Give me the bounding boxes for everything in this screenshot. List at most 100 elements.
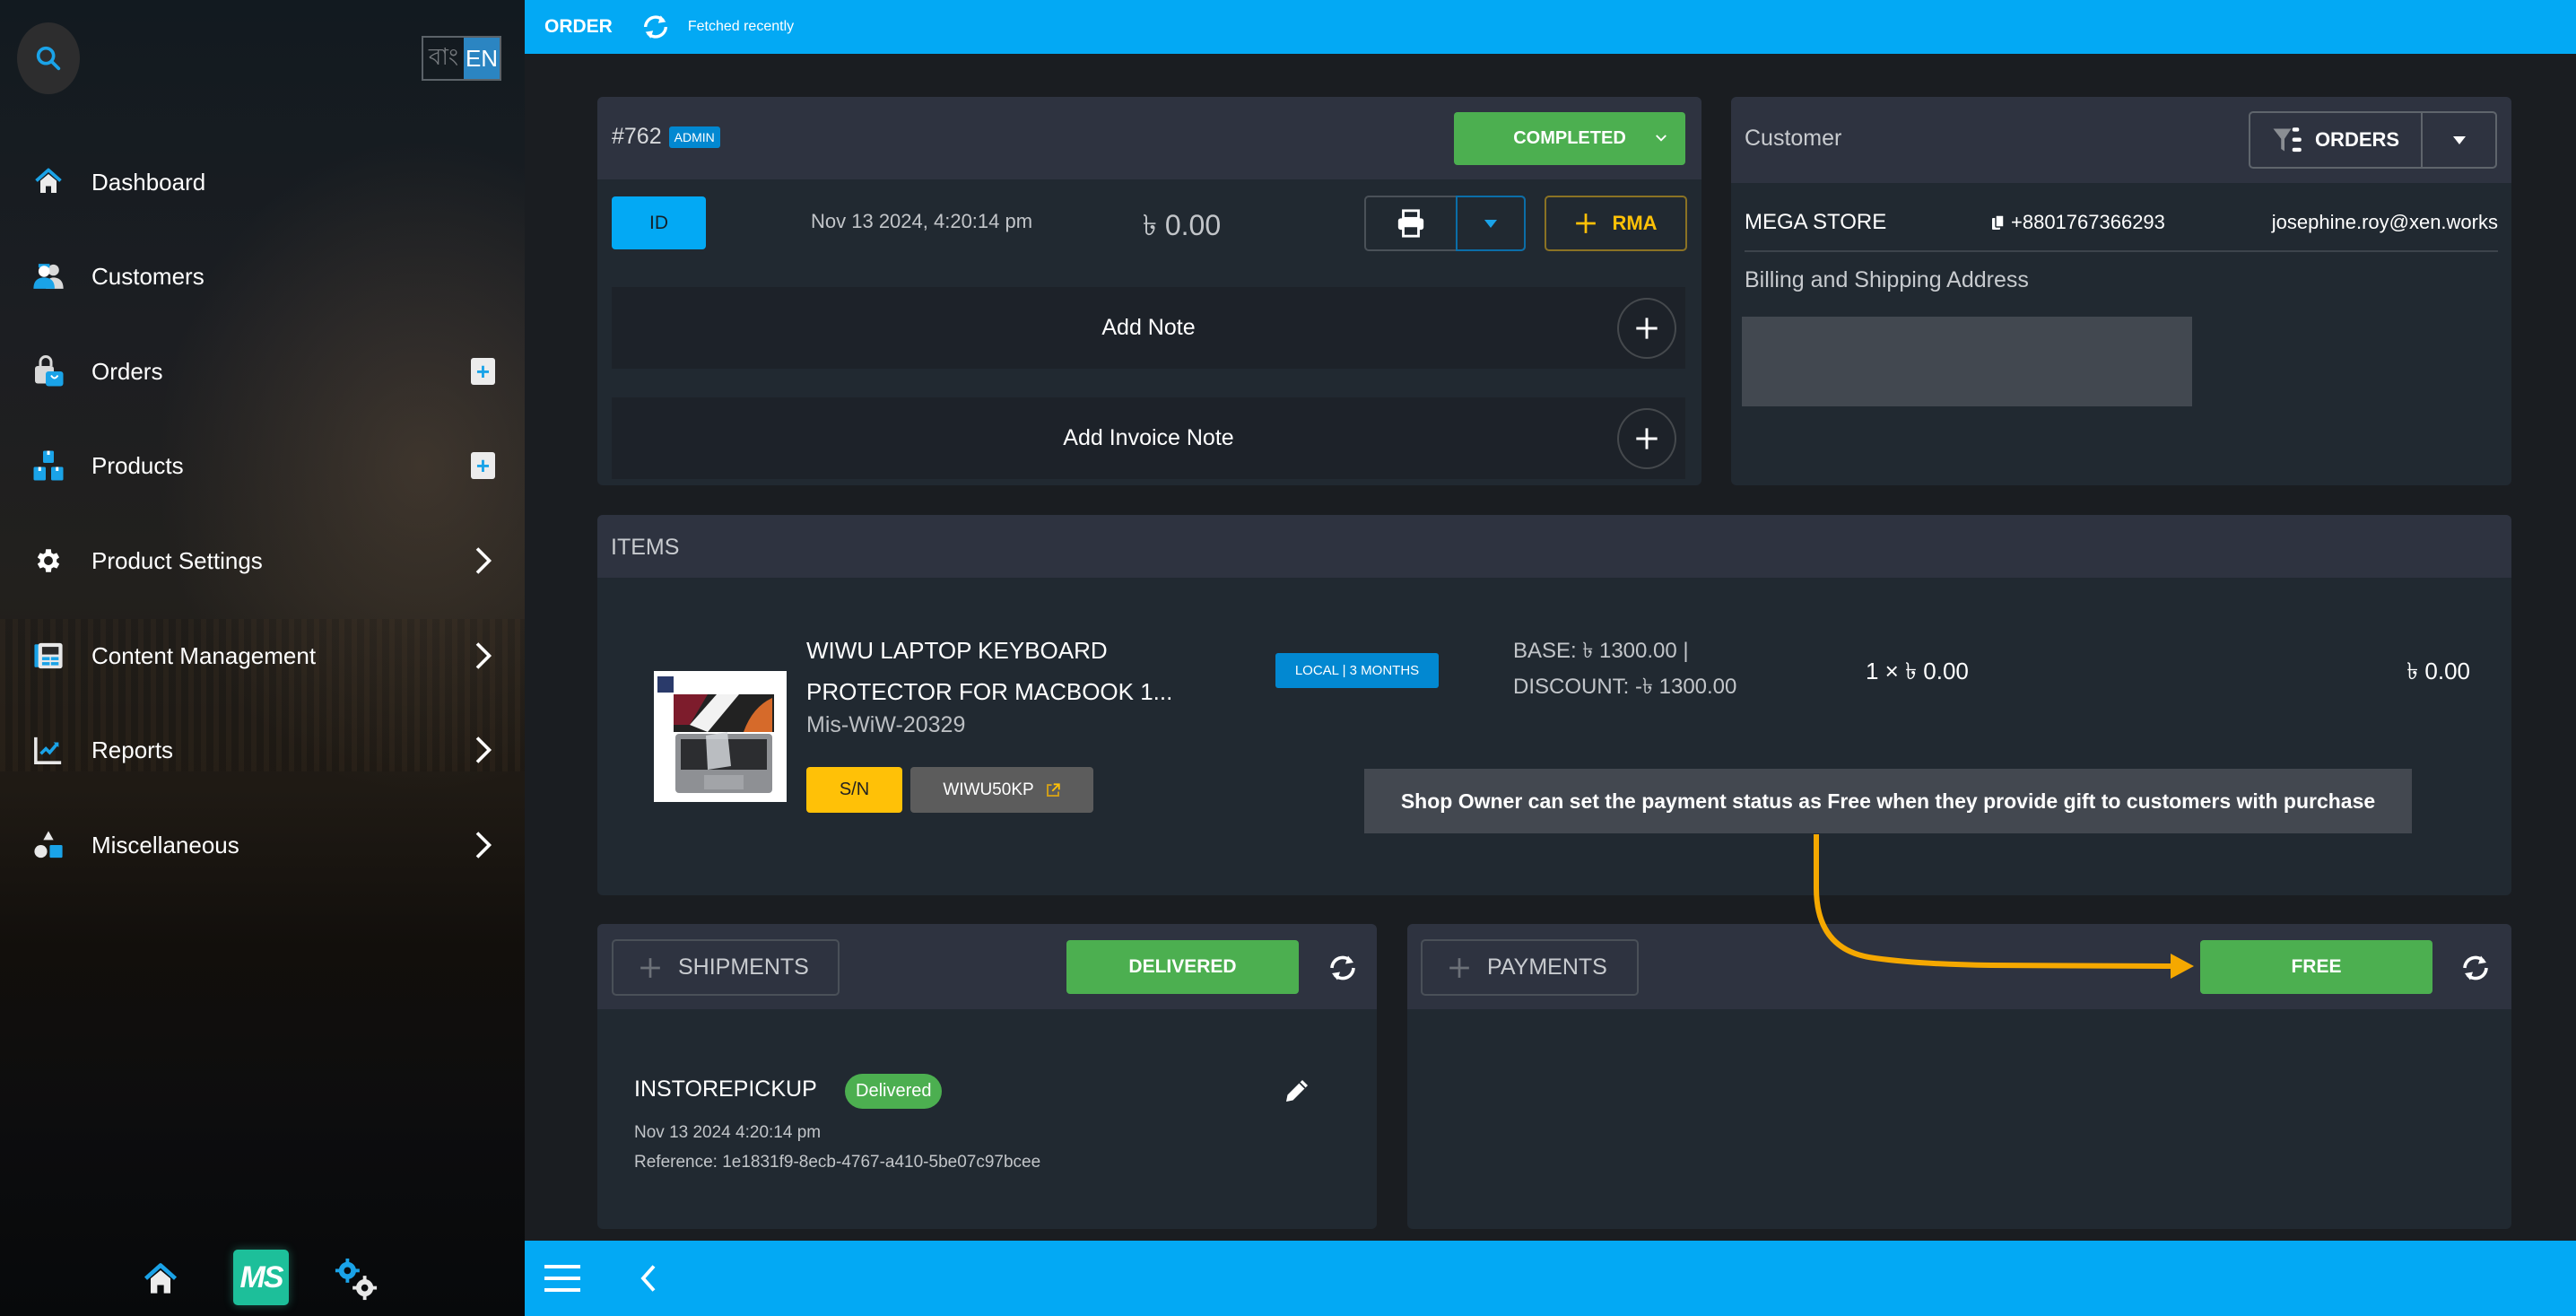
shipment-reference: Reference: 1e1831f9-8ecb-4767-a410-5be07… — [634, 1153, 1041, 1172]
sidebar-item-customers[interactable]: Customers — [0, 240, 525, 312]
shipment-status-badge: Delivered — [845, 1074, 943, 1109]
chevron-right-icon[interactable] — [471, 545, 494, 577]
items-title: ITEMS — [611, 535, 680, 560]
sidebar-item-product-settings[interactable]: Product Settings — [0, 525, 525, 597]
chevron-right-icon[interactable] — [471, 829, 494, 861]
customer-name[interactable]: MEGA STORE — [1745, 210, 1886, 235]
language-toggle[interactable]: বাং EN — [422, 36, 501, 81]
add-payment-button[interactable]: PAYMENTS — [1421, 939, 1639, 996]
plus-icon — [1636, 428, 1658, 449]
payment-status-button[interactable]: FREE — [2200, 940, 2432, 994]
serial-number-button[interactable]: S/N — [806, 767, 902, 813]
order-status-dropdown[interactable]: COMPLETED — [1454, 112, 1685, 165]
order-status-label: COMPLETED — [1513, 128, 1626, 148]
add-order-button[interactable]: + — [471, 358, 495, 385]
hamburger-menu-icon[interactable] — [544, 1262, 580, 1294]
rma-label: RMA — [1612, 212, 1658, 234]
sidebar-item-label: Dashboard — [91, 168, 206, 196]
chevron-down-icon — [1656, 135, 1667, 142]
chevron-right-icon[interactable] — [471, 640, 494, 672]
refresh-button[interactable] — [640, 11, 672, 43]
customer-phone[interactable]: +8801767366293 — [1991, 211, 2165, 234]
payments-panel: PAYMENTS FREE — [1407, 924, 2511, 1229]
print-button-group — [1364, 196, 1526, 251]
customer-orders-label: ORDERS — [2314, 128, 2400, 151]
customer-orders-dropdown[interactable] — [2423, 113, 2495, 167]
add-note-button[interactable] — [1617, 298, 1676, 359]
home-shortcut-button[interactable] — [139, 1259, 182, 1302]
shapes-icon — [32, 829, 65, 861]
external-link-icon — [1046, 782, 1060, 797]
add-note-label: Add Note — [1101, 315, 1196, 340]
sidebar-item-content-management[interactable]: Content Management — [0, 620, 525, 692]
quantity-price: 1 × ৳ 0.00 — [1866, 658, 1969, 684]
base-price: BASE: ৳ 1300.00 | — [1513, 639, 1689, 663]
orders-bag-icon — [32, 355, 65, 388]
pencil-icon[interactable] — [1281, 1075, 1313, 1107]
shipment-method: INSTOREPICKUP — [634, 1076, 817, 1102]
sidebar-footer: MS — [0, 1241, 525, 1316]
sidebar-item-dashboard[interactable]: Dashboard — [0, 146, 525, 218]
sidebar-item-products[interactable]: Products + — [0, 430, 525, 501]
customer-email[interactable]: josephine.roy@xen.works — [2272, 211, 2498, 234]
order-number: #762 ADMIN — [612, 124, 720, 150]
product-sku: Mis-WiW-20329 — [806, 712, 966, 737]
price-breakdown: BASE: ৳ 1300.00 | DISCOUNT: -৳ 1300.00 — [1513, 633, 1736, 705]
customer-phone-text: +8801767366293 — [2011, 211, 2165, 233]
plus-icon — [640, 957, 660, 978]
customer-orders-button[interactable]: ORDERS — [2250, 113, 2423, 167]
shipments-title: SHIPMENTS — [678, 954, 809, 980]
shipment-status-button[interactable]: DELIVERED — [1066, 940, 1299, 994]
product-name[interactable]: WIWU LAPTOP KEYBOARD PROTECTOR FOR MACBO… — [806, 630, 1172, 712]
filter-list-icon — [2273, 127, 2302, 153]
add-invoice-note-button[interactable] — [1617, 408, 1676, 469]
language-bangla[interactable]: বাং — [423, 38, 464, 79]
ms-logo[interactable]: MS — [233, 1250, 289, 1305]
sync-icon[interactable] — [2459, 952, 2492, 984]
sync-icon[interactable] — [1327, 952, 1359, 984]
copy-icon[interactable] — [1991, 214, 2006, 231]
gears-icon — [335, 1258, 378, 1301]
order-total: ৳ 0.00 — [1143, 209, 1222, 241]
settings-shortcut-button[interactable] — [334, 1257, 379, 1302]
chevron-right-icon[interactable] — [471, 734, 494, 766]
customer-orders-button-group: ORDERS — [2249, 111, 2497, 169]
printer-icon — [1397, 209, 1424, 238]
product-image[interactable] — [654, 671, 787, 802]
language-english[interactable]: EN — [464, 38, 500, 79]
product-code-link[interactable]: WIWU50KP — [910, 767, 1093, 813]
product-name-line-2: PROTECTOR FOR MACBOOK 1... — [806, 678, 1173, 705]
product-name-line-1: WIWU LAPTOP KEYBOARD — [806, 637, 1108, 664]
fetch-status: Fetched recently — [687, 19, 795, 34]
line-total: ৳ 0.00 — [2406, 658, 2470, 684]
sidebar-item-reports[interactable]: Reports — [0, 714, 525, 786]
top-bar: ORDER Fetched recently — [525, 0, 2576, 54]
add-invoice-note-row[interactable]: Add Invoice Note — [612, 397, 1685, 479]
add-invoice-note-label: Add Invoice Note — [1063, 425, 1234, 450]
customer-title: Customer — [1745, 126, 1842, 151]
search-button[interactable] — [17, 22, 80, 94]
print-button[interactable] — [1366, 197, 1456, 249]
shipments-panel: SHIPMENTS DELIVERED INSTOREPICKUP Delive… — [597, 924, 1377, 1229]
print-options-dropdown[interactable] — [1456, 196, 1526, 251]
back-chevron-icon[interactable] — [637, 1262, 660, 1294]
address-title: Billing and Shipping Address — [1745, 267, 2029, 292]
search-icon — [36, 46, 61, 71]
home-icon — [144, 1263, 178, 1294]
shipment-date: Nov 13 2024 4:20:14 pm — [634, 1123, 822, 1142]
add-product-button[interactable]: + — [471, 452, 495, 479]
products-boxes-icon — [32, 449, 65, 482]
plus-icon — [1636, 318, 1658, 339]
add-shipment-button[interactable]: SHIPMENTS — [612, 939, 840, 996]
sidebar-item-label: Miscellaneous — [91, 831, 239, 858]
rma-button[interactable]: RMA — [1545, 196, 1687, 251]
id-button[interactable]: ID — [612, 196, 706, 249]
sidebar-item-label: Product Settings — [91, 546, 263, 574]
plus-icon — [1576, 214, 1597, 233]
sidebar-item-orders[interactable]: Orders + — [0, 336, 525, 407]
sidebar-item-miscellaneous[interactable]: Miscellaneous — [0, 809, 525, 881]
sidebar-item-label: Content Management — [91, 641, 317, 669]
annotation-callout: Shop Owner can set the payment status as… — [1364, 769, 2412, 833]
order-panel: #762 ADMIN COMPLETED ID Nov 13 2024, 4:2… — [597, 97, 1701, 485]
add-note-row[interactable]: Add Note — [612, 287, 1685, 369]
